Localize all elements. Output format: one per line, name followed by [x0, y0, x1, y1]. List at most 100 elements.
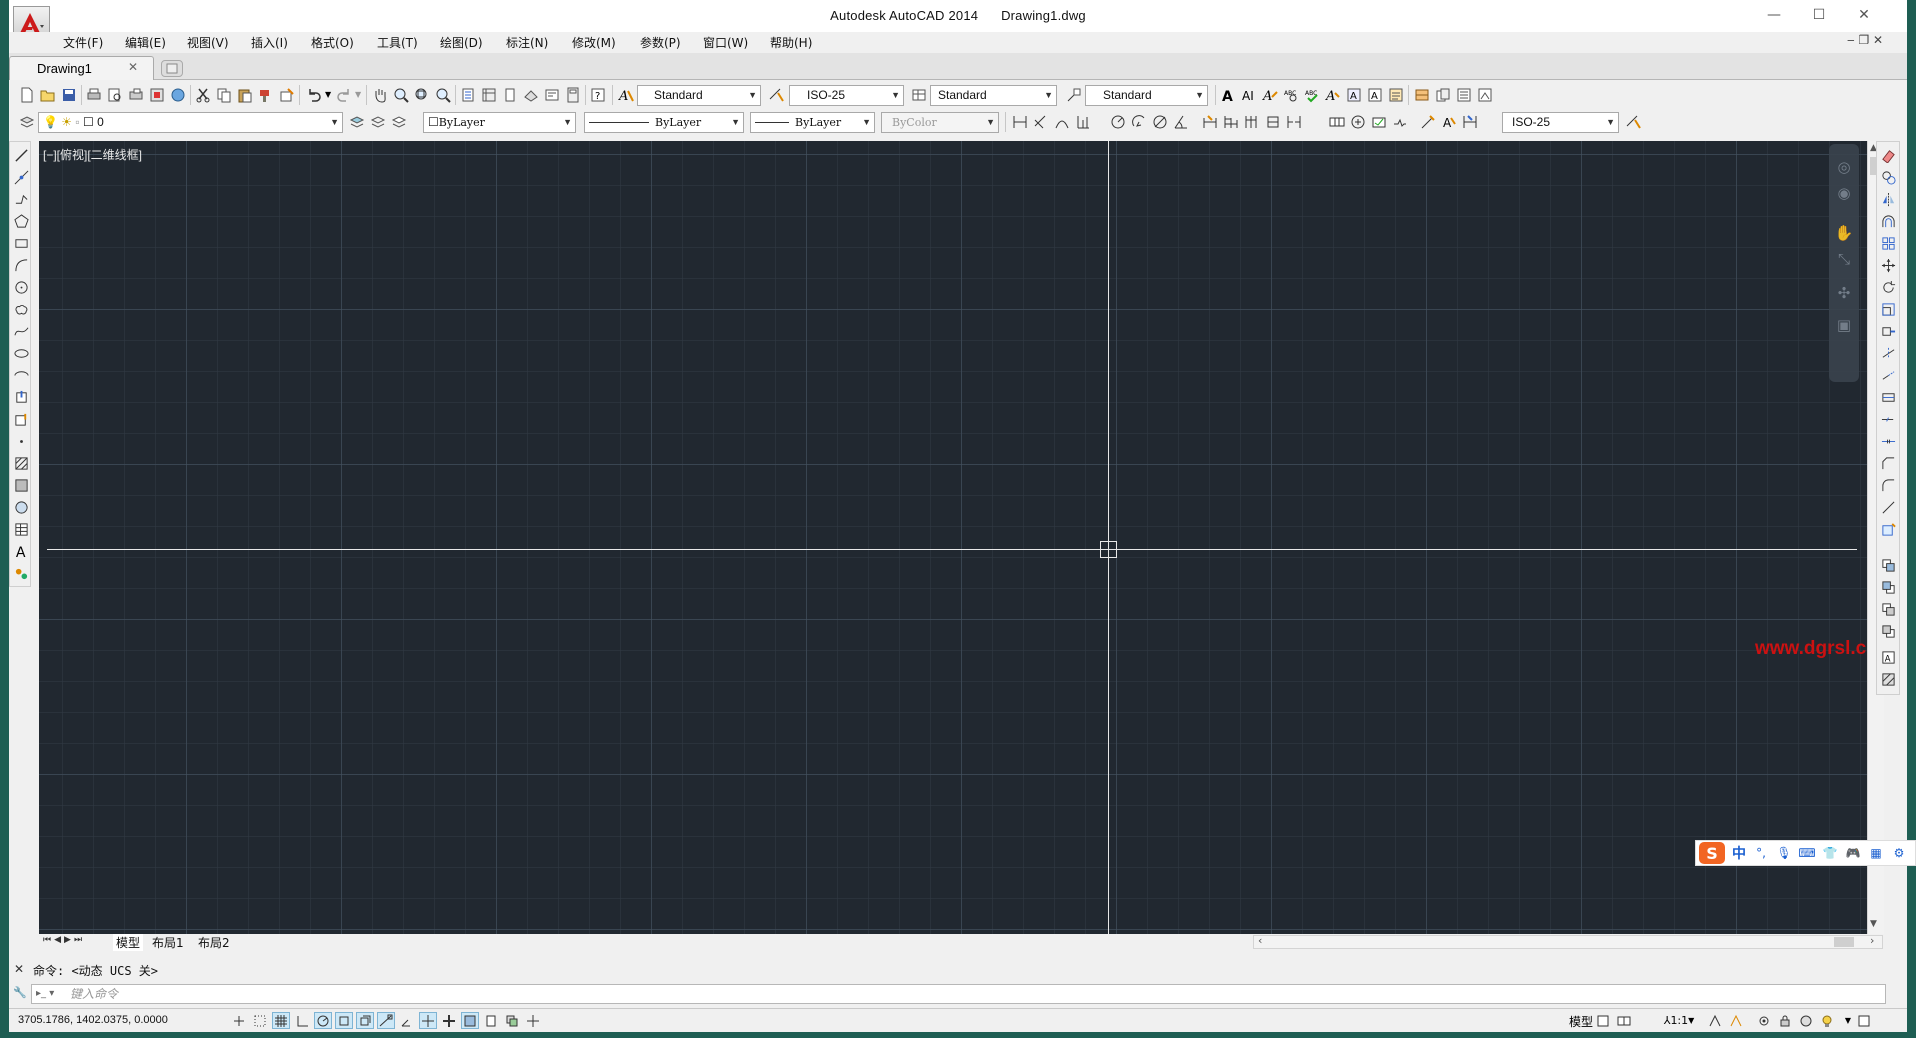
edit-text-button[interactable]: A: [1261, 86, 1279, 104]
pan-hand-icon[interactable]: ✋: [1835, 224, 1853, 242]
save-button[interactable]: [60, 86, 78, 104]
dimension-style-manager-button[interactable]: [1624, 113, 1642, 131]
layout-navigation-icons[interactable]: ⏮◀▶⏭: [43, 935, 85, 945]
array-button[interactable]: [1879, 234, 1897, 252]
diameter-dimension-button[interactable]: [1151, 113, 1169, 131]
dimension-edit-button[interactable]: [1419, 113, 1437, 131]
sogou-logo-icon[interactable]: S: [1699, 842, 1725, 864]
join-button[interactable]: [1879, 432, 1897, 450]
keyboard-icon[interactable]: ⌨: [1799, 845, 1815, 861]
orbit-icon[interactable]: ✣: [1835, 284, 1853, 302]
maximize-button[interactable]: ☐: [1797, 4, 1841, 26]
region-button[interactable]: [12, 498, 30, 516]
jogged-linear-button[interactable]: [1391, 113, 1409, 131]
punctuation-icon[interactable]: °,: [1753, 845, 1769, 861]
paste-button[interactable]: [236, 86, 254, 104]
copy-object-button[interactable]: [1879, 168, 1897, 186]
menu-dimension[interactable]: 标注(N): [506, 34, 548, 51]
revision-cloud-button[interactable]: [12, 300, 30, 318]
full-navigation-wheel-icon[interactable]: ◉: [1835, 184, 1853, 202]
undo-button[interactable]: [305, 86, 323, 104]
text-frame-button[interactable]: [1387, 86, 1405, 104]
single-line-text-button[interactable]: AI: [1240, 86, 1258, 104]
viewport-controls-label[interactable]: [−][俯视][二维线框]: [43, 146, 142, 163]
quickcalc-button[interactable]: [564, 86, 582, 104]
toolbar-lock-button[interactable]: [1776, 1012, 1794, 1029]
scroll-left-icon[interactable]: ‹: [1258, 934, 1262, 947]
pan-button[interactable]: [371, 86, 389, 104]
radius-dimension-button[interactable]: [1109, 113, 1127, 131]
object-snap-toggle[interactable]: [335, 1012, 353, 1029]
zoom-extents-icon[interactable]: ⤡: [1835, 250, 1853, 268]
draw-order-front-button[interactable]: [1879, 556, 1897, 574]
close-icon[interactable]: ✕: [14, 962, 24, 976]
table-button[interactable]: [12, 520, 30, 538]
doc-window-controls[interactable]: ‒ ❐ ✕: [1847, 33, 1883, 47]
fillet-button[interactable]: [1879, 476, 1897, 494]
skin-icon[interactable]: 👕: [1822, 845, 1838, 861]
offset-button[interactable]: [1879, 212, 1897, 230]
properties-button[interactable]: [459, 86, 477, 104]
clean-screen-button[interactable]: [1855, 1012, 1873, 1029]
3d-print-button[interactable]: [148, 86, 166, 104]
aligned-dimension-button[interactable]: [1032, 113, 1050, 131]
hatch-to-back-button[interactable]: [1879, 670, 1897, 688]
quick-properties-toggle[interactable]: [482, 1012, 500, 1029]
plot-preview-button[interactable]: [106, 86, 124, 104]
ordinate-dimension-button[interactable]: [1074, 113, 1092, 131]
redo-dropdown-icon[interactable]: ▼: [355, 90, 361, 99]
draw-order-above-button[interactable]: [1879, 600, 1897, 618]
mleader-style-select[interactable]: Standard▼: [1085, 85, 1208, 106]
menu-insert[interactable]: 插入(I): [251, 34, 288, 51]
menu-parametric[interactable]: 参数(P): [640, 34, 681, 51]
hardware-acceleration-button[interactable]: [1797, 1012, 1815, 1029]
annotation-monitor-toggle[interactable]: [524, 1012, 542, 1029]
redo-button[interactable]: [335, 86, 353, 104]
add-selected-button[interactable]: [12, 564, 30, 582]
jogged-dimension-button[interactable]: [1130, 113, 1148, 131]
menu-draw[interactable]: 绘图(D): [440, 34, 483, 51]
horizontal-scrollbar[interactable]: ‹ ›: [1253, 935, 1883, 949]
horizontal-scroll-thumb[interactable]: [1834, 937, 1854, 947]
model-space-label[interactable]: 模型: [1569, 1013, 1593, 1030]
make-current-layer-button[interactable]: [348, 113, 366, 131]
isolate-objects-button[interactable]: [1818, 1012, 1836, 1029]
layout-viewport-button[interactable]: [1413, 86, 1431, 104]
coordinate-readout[interactable]: 3705.1786, 1402.0375, 0.0000: [18, 1014, 168, 1026]
linetype-select[interactable]: ByLayer▼: [584, 112, 744, 133]
scroll-down-icon[interactable]: ▼: [1870, 919, 1877, 929]
tool-palettes-button[interactable]: [501, 86, 519, 104]
convert-space-button[interactable]: A: [1366, 86, 1384, 104]
steering-wheel-icon[interactable]: ◎: [1835, 158, 1853, 176]
ellipse-button[interactable]: [12, 344, 30, 362]
zoom-window-button[interactable]: [413, 86, 431, 104]
undo-dropdown-icon[interactable]: ▼: [325, 90, 331, 99]
tab-layout2[interactable]: 布局2: [198, 934, 230, 951]
inspect-button[interactable]: [1370, 113, 1388, 131]
quick-view-drawings-button[interactable]: [1615, 1012, 1633, 1029]
auto-scale-toggle[interactable]: [1727, 1012, 1745, 1029]
grid-toggle[interactable]: [272, 1012, 290, 1029]
construction-line-button[interactable]: [12, 168, 30, 186]
menu-tools[interactable]: 工具(T): [377, 34, 418, 51]
menu-window[interactable]: 窗口(W): [703, 34, 748, 51]
gamepad-icon[interactable]: 🎮: [1845, 845, 1861, 861]
markup-button[interactable]: [543, 86, 561, 104]
layer-select[interactable]: 💡 ☀ ▫ ☐ 0 ▼: [38, 112, 343, 133]
multiline-text-tool-button[interactable]: A: [12, 542, 30, 560]
open-button[interactable]: [39, 86, 57, 104]
move-button[interactable]: [1879, 256, 1897, 274]
annotation-scale-button[interactable]: ⅄1:1▼: [1659, 1012, 1699, 1029]
help-button[interactable]: ?: [589, 86, 607, 104]
multiline-text-button[interactable]: A: [1219, 86, 1237, 104]
command-prompt-icon[interactable]: ▸_ ▾: [36, 985, 54, 1003]
toolbox-icon[interactable]: ▦: [1868, 845, 1884, 861]
rotate-button[interactable]: [1879, 278, 1897, 296]
dynamic-ucs-toggle[interactable]: [398, 1012, 416, 1029]
file-tab-drawing1[interactable]: Drawing1 ✕: [9, 56, 154, 80]
polygon-button[interactable]: [12, 212, 30, 230]
layout-wizard-button[interactable]: [1455, 86, 1473, 104]
center-mark-button[interactable]: [1349, 113, 1367, 131]
block-editor-button[interactable]: [278, 86, 296, 104]
quick-dimension-button[interactable]: [1201, 113, 1219, 131]
